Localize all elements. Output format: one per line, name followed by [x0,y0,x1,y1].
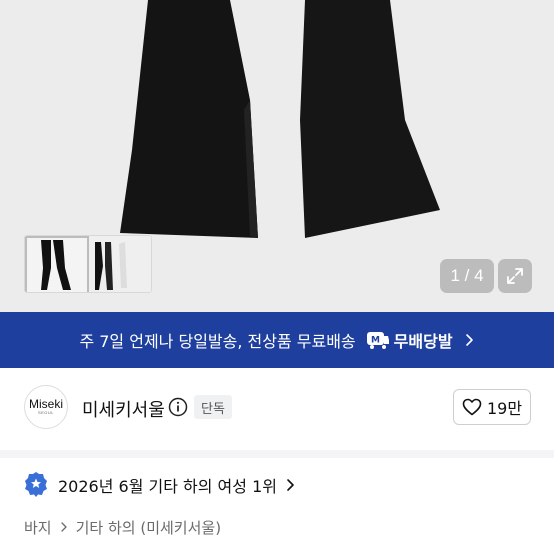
seller-logo-text: Miseki [28,397,63,411]
exclusive-badge: 단독 [194,395,232,419]
breadcrumb-item-subcategory[interactable]: 기타 하의 (미세키서울) [76,517,221,538]
ranking-text: 2026년 6월 기타 하의 여성 1위 [58,477,277,496]
delivery-banner[interactable]: 주 7일 언제나 당일발송, 전상품 무료배송 M 무배당발 [0,312,554,368]
thumbnail-1[interactable] [25,236,89,292]
image-counter: 1 / 4 [440,259,494,293]
delivery-banner-text: 주 7일 언제나 당일발송, 전상품 무료배송 [79,332,356,351]
chevron-right-icon [465,334,473,346]
seller-row: Miseki SEOUL 미세키서울 단독 19만 [0,368,554,450]
svg-text:M: M [371,336,380,346]
heart-icon [462,398,482,416]
delivery-brand-label: 무배당발 [393,332,453,351]
like-button[interactable]: 19만 [453,389,531,425]
chevron-right-icon [60,522,67,532]
info-icon[interactable] [168,397,188,417]
ranking-row[interactable]: 2026년 6월 기타 하의 여성 1위 [24,470,295,500]
section-divider [0,450,554,458]
breadcrumb: 바지 기타 하의 (미세키서울) [24,516,221,538]
chevron-right-icon [287,479,294,491]
thumbnail-2[interactable] [89,236,151,292]
seller-name[interactable]: 미세키서울 [82,396,165,422]
product-image[interactable]: 1 / 4 [0,0,554,312]
seller-logo-subtext: SEOUL [37,410,55,415]
expand-button[interactable] [498,259,532,293]
like-count: 19만 [486,399,523,418]
seller-logo[interactable]: Miseki SEOUL [24,385,68,429]
expand-icon [507,268,523,284]
breadcrumb-item-category[interactable]: 바지 [24,517,52,538]
ranking-badge-icon [25,472,47,497]
delivery-truck-icon: M [366,330,390,350]
thumbnail-strip [24,235,152,293]
